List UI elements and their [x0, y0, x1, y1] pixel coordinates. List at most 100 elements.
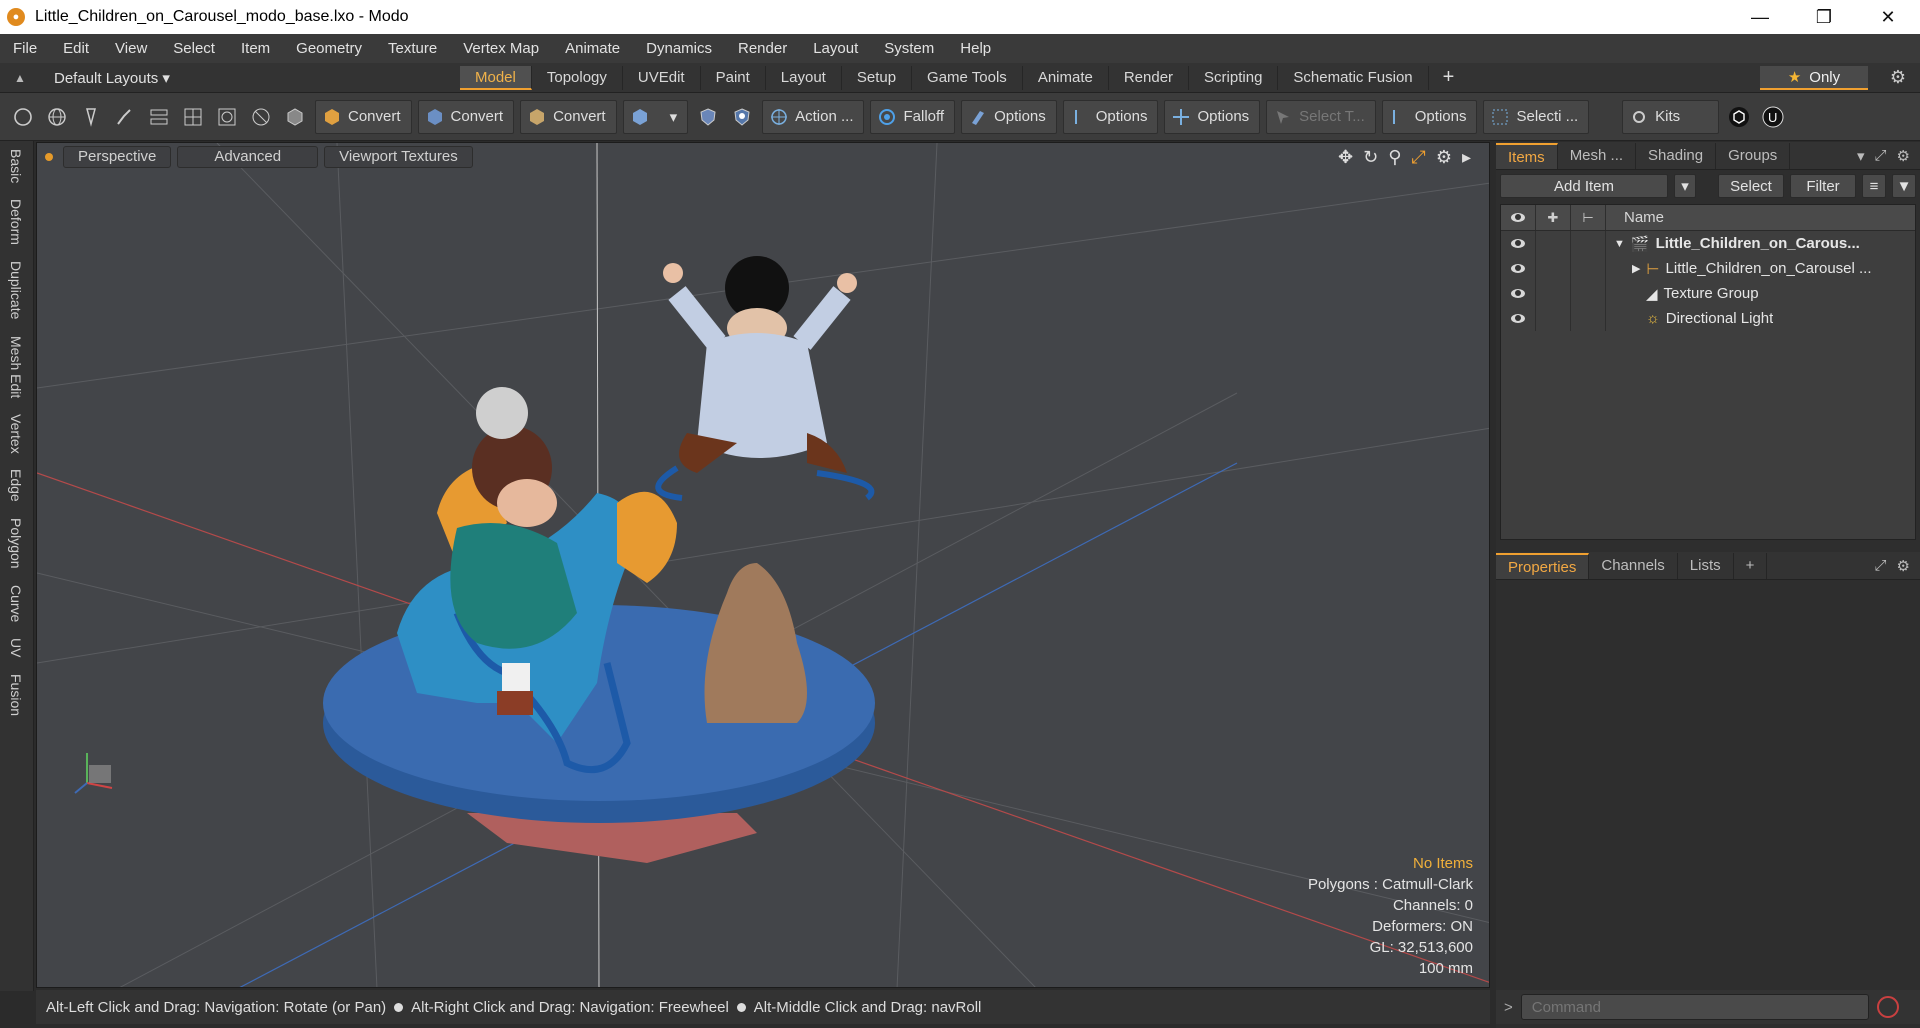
lefttab-deform[interactable]: Deform: [8, 191, 24, 253]
tab-lists[interactable]: Lists: [1678, 552, 1734, 579]
3d-viewport[interactable]: Perspective Advanced Viewport Textures ✥…: [36, 142, 1490, 988]
tab-channels[interactable]: Channels: [1589, 552, 1678, 579]
menu-system[interactable]: System: [871, 40, 947, 57]
menu-render[interactable]: Render: [725, 40, 800, 57]
menu-texture[interactable]: Texture: [375, 40, 450, 57]
tab-groups[interactable]: Groups: [1716, 142, 1791, 169]
tab-shading[interactable]: Shading: [1636, 142, 1717, 169]
tab-animate[interactable]: Animate: [1023, 65, 1109, 90]
viewport-settings-icon[interactable]: ⚙: [1436, 147, 1452, 168]
lefttab-uv[interactable]: UV: [8, 630, 24, 665]
circle-select-icon[interactable]: [8, 101, 38, 133]
menu-edit[interactable]: Edit: [50, 40, 102, 57]
props-gear-icon[interactable]: ⚙: [1897, 557, 1910, 575]
shield-symmetry-icon[interactable]: [727, 101, 757, 133]
add-item-button[interactable]: Add Item: [1500, 174, 1668, 198]
viewport-textures-tab[interactable]: Viewport Textures: [324, 146, 473, 168]
panel-gear-icon[interactable]: ⚙: [1897, 147, 1910, 165]
list-options-icon[interactable]: ≡: [1862, 174, 1886, 198]
menu-file[interactable]: File: [0, 40, 50, 57]
gear-icon[interactable]: ⚙: [1890, 67, 1906, 88]
options-button-2[interactable]: Options: [1062, 99, 1159, 134]
visibility-eye-icon[interactable]: [1501, 256, 1536, 281]
brush-icon[interactable]: [110, 101, 140, 133]
pen-icon[interactable]: [76, 101, 106, 133]
options-button-4[interactable]: Options: [1381, 99, 1478, 134]
tab-game-tools[interactable]: Game Tools: [912, 65, 1023, 90]
menu-dynamics[interactable]: Dynamics: [633, 40, 725, 57]
visibility-eye-icon[interactable]: [1501, 306, 1536, 331]
perspective-tab[interactable]: Perspective: [63, 146, 172, 168]
add-item-dropdown-icon[interactable]: ▾: [1674, 174, 1696, 198]
menu-item[interactable]: Item: [228, 40, 283, 57]
convert-button-2[interactable]: Convert: [417, 99, 515, 134]
move-view-icon[interactable]: ✥: [1338, 147, 1353, 168]
tab-setup[interactable]: Setup: [842, 65, 913, 90]
menu-view[interactable]: View: [102, 40, 160, 57]
lefttab-edge[interactable]: Edge: [8, 461, 24, 510]
menu-geometry[interactable]: Geometry: [283, 40, 375, 57]
viewport-menu-dot-icon[interactable]: [45, 153, 53, 161]
kits-button[interactable]: Kits: [1622, 99, 1720, 134]
maximize-icon[interactable]: ⤢: [1411, 147, 1425, 168]
tab-paint[interactable]: Paint: [701, 65, 766, 90]
lefttab-basic[interactable]: Basic: [8, 141, 24, 191]
lock-header-icon[interactable]: ✚: [1536, 205, 1571, 230]
panel-expand-icon[interactable]: ⤢: [1875, 147, 1887, 165]
funnel-icon[interactable]: ▼: [1892, 174, 1916, 198]
options-button-3[interactable]: Options: [1164, 99, 1261, 134]
item-row-mesh[interactable]: ▶ ⊢ Little_Children_on_Carousel ...: [1501, 256, 1915, 281]
loop-slice-icon[interactable]: [178, 101, 208, 133]
item-row-scene[interactable]: ▼ 🎬 Little_Children_on_Carous...: [1501, 231, 1915, 256]
lefttab-vertex[interactable]: Vertex: [8, 406, 24, 462]
only-toggle[interactable]: ★ Only: [1760, 66, 1868, 90]
layouts-dropdown[interactable]: Default Layouts ▾: [40, 69, 460, 87]
item-row-texture-group[interactable]: ◢ Texture Group: [1501, 281, 1915, 306]
expand-arrow-icon[interactable]: ▸: [1462, 147, 1471, 168]
command-input[interactable]: [1520, 994, 1869, 1020]
select-button[interactable]: Select: [1718, 174, 1784, 198]
tab-scripting[interactable]: Scripting: [1189, 65, 1279, 90]
tab-items[interactable]: Items: [1496, 142, 1558, 169]
unreal-icon[interactable]: U: [1758, 101, 1788, 133]
lefttab-mesh-edit[interactable]: Mesh Edit: [8, 328, 24, 406]
tab-mesh[interactable]: Mesh ...: [1558, 142, 1637, 169]
menu-vertex-map[interactable]: Vertex Map: [450, 40, 552, 57]
sphere-icon[interactable]: [42, 101, 72, 133]
collapse-arrow-icon[interactable]: ▼: [1614, 238, 1625, 250]
tab-properties[interactable]: Properties: [1496, 552, 1590, 579]
tab-render[interactable]: Render: [1109, 65, 1190, 90]
menu-layout[interactable]: Layout: [800, 40, 871, 57]
filter-button[interactable]: Filter: [1790, 174, 1856, 198]
shield-icon[interactable]: [693, 101, 723, 133]
advanced-tab[interactable]: Advanced: [177, 146, 319, 168]
type-header-icon[interactable]: ⊢: [1571, 205, 1606, 230]
visibility-eye-icon[interactable]: [1501, 231, 1536, 256]
tab-model[interactable]: Model: [460, 65, 532, 90]
mesh-dropdown[interactable]: ▾: [622, 99, 689, 134]
restore-button[interactable]: ❐: [1792, 0, 1856, 34]
props-expand-icon[interactable]: ⤢: [1875, 557, 1887, 575]
falloff-button[interactable]: Falloff: [870, 99, 956, 134]
tab-uvedit[interactable]: UVEdit: [623, 65, 701, 90]
zoom-icon[interactable]: ⚲: [1388, 147, 1401, 168]
lefttab-polygon[interactable]: Polygon: [8, 510, 24, 577]
lefttab-curve[interactable]: Curve: [8, 577, 24, 630]
record-macro-icon[interactable]: [1876, 996, 1899, 1018]
menu-help[interactable]: Help: [947, 40, 1004, 57]
options-button-1[interactable]: Options: [961, 99, 1057, 134]
lefttab-duplicate[interactable]: Duplicate: [8, 253, 24, 327]
panel-dropdown-icon[interactable]: ▾: [1857, 147, 1865, 165]
tab-schematic-fusion[interactable]: Schematic Fusion: [1278, 65, 1429, 90]
name-column-header[interactable]: Name: [1606, 209, 1664, 226]
knife-icon[interactable]: [246, 101, 276, 133]
add-tab-button[interactable]: +: [1429, 66, 1469, 89]
select-through-button[interactable]: Select T...: [1266, 99, 1376, 134]
collapse-arrow-icon[interactable]: ▲: [0, 71, 40, 85]
menu-select[interactable]: Select: [160, 40, 228, 57]
expand-arrow-icon[interactable]: ▶: [1632, 262, 1640, 275]
tab-layout[interactable]: Layout: [766, 65, 842, 90]
rotate-view-icon[interactable]: ↻: [1363, 147, 1378, 168]
convert-button-3[interactable]: Convert: [520, 99, 617, 134]
visibility-header-icon[interactable]: [1501, 205, 1536, 230]
